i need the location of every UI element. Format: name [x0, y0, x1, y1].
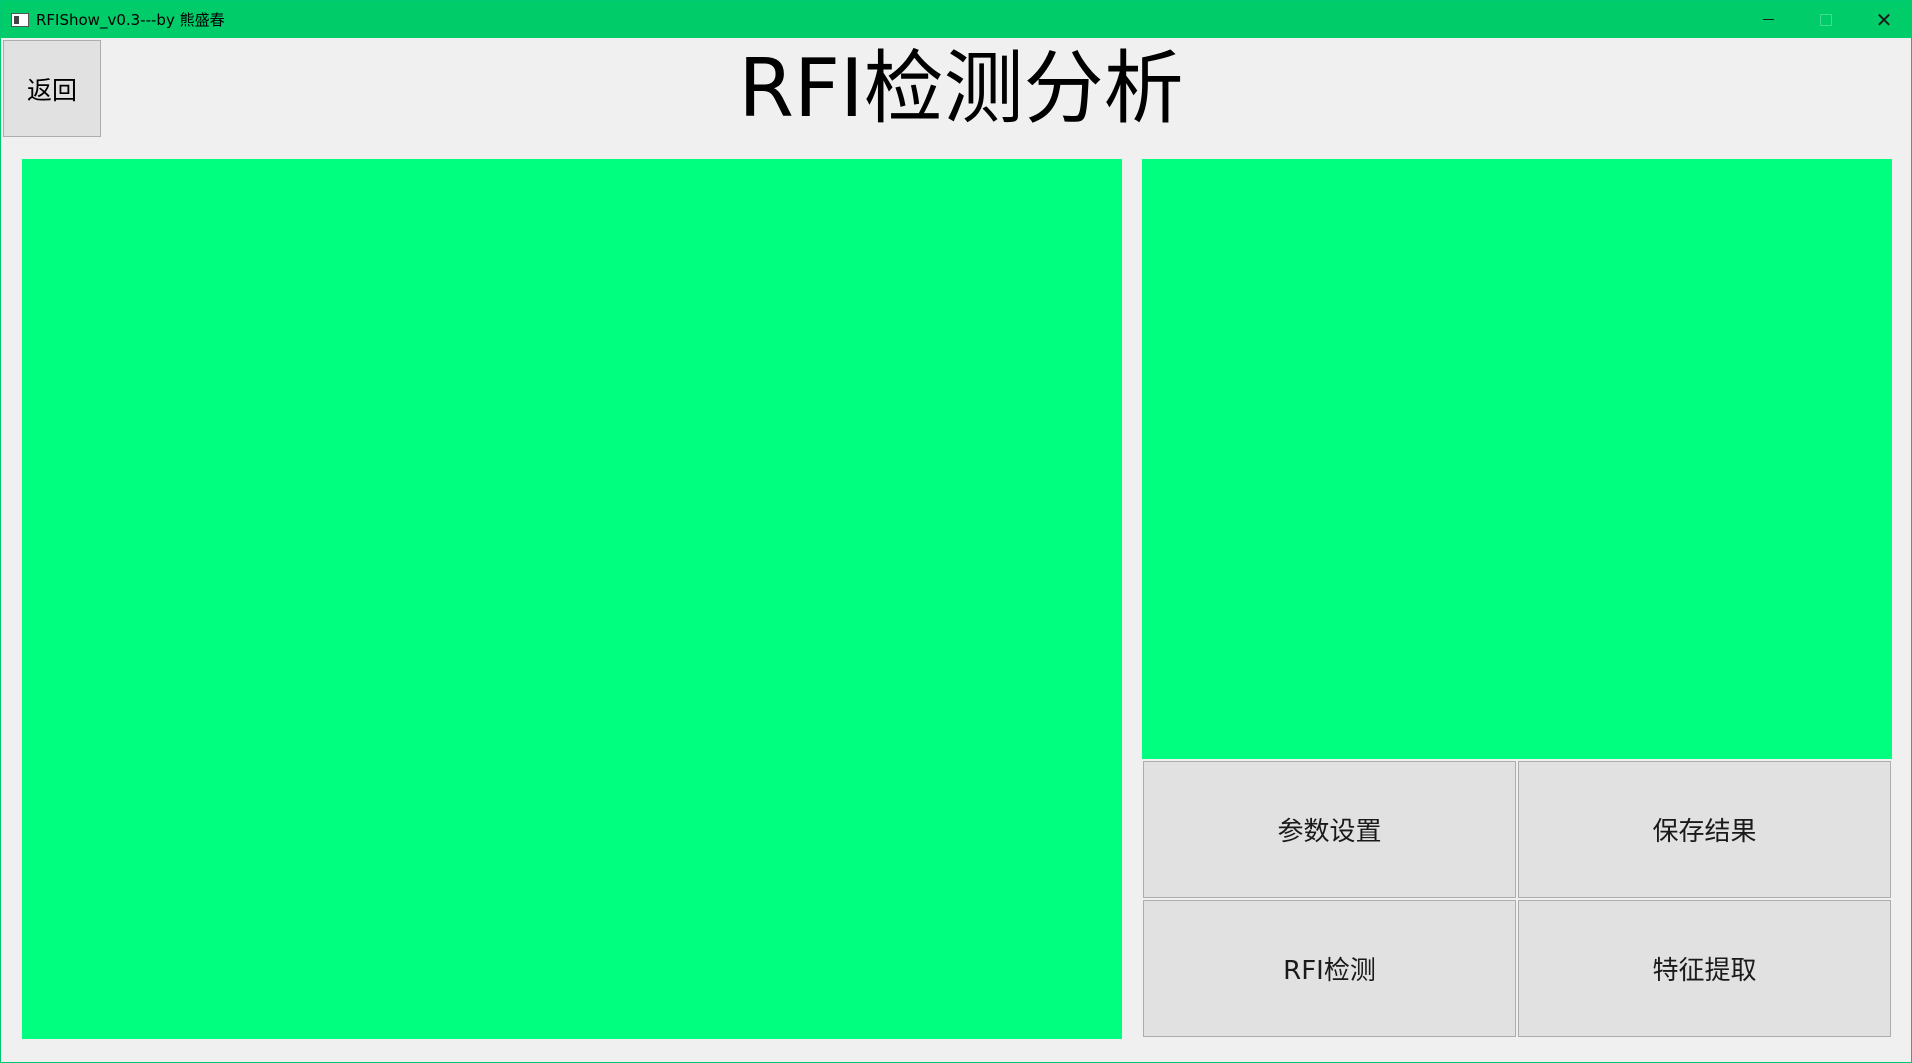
- main-display-panel: [22, 159, 1122, 1039]
- app-icon: [11, 12, 29, 27]
- close-icon: ✕: [1875, 7, 1893, 32]
- back-button[interactable]: 返回: [3, 40, 101, 137]
- feature-extract-button[interactable]: 特征提取: [1518, 900, 1891, 1037]
- secondary-display-panel: [1142, 159, 1892, 759]
- page-title: RFI检测分析: [738, 42, 1184, 135]
- minimize-button[interactable]: [1739, 1, 1797, 38]
- parameter-settings-button[interactable]: 参数设置: [1143, 761, 1516, 898]
- maximize-button[interactable]: [1797, 1, 1855, 38]
- close-button[interactable]: ✕: [1855, 1, 1912, 38]
- window-title: RFIShow_v0.3---by 熊盛春: [36, 11, 225, 29]
- title-bar[interactable]: RFIShow_v0.3---by 熊盛春 ✕: [1, 1, 1912, 38]
- maximize-icon: [1820, 13, 1832, 26]
- window-controls: ✕: [1739, 1, 1912, 38]
- app-window: RFIShow_v0.3---by 熊盛春 ✕ 返回 RFI检测分析 参数设置 …: [0, 0, 1912, 1063]
- save-results-button[interactable]: 保存结果: [1518, 761, 1891, 898]
- minimize-icon: [1762, 19, 1774, 20]
- rfi-detect-button[interactable]: RFI检测: [1143, 900, 1516, 1037]
